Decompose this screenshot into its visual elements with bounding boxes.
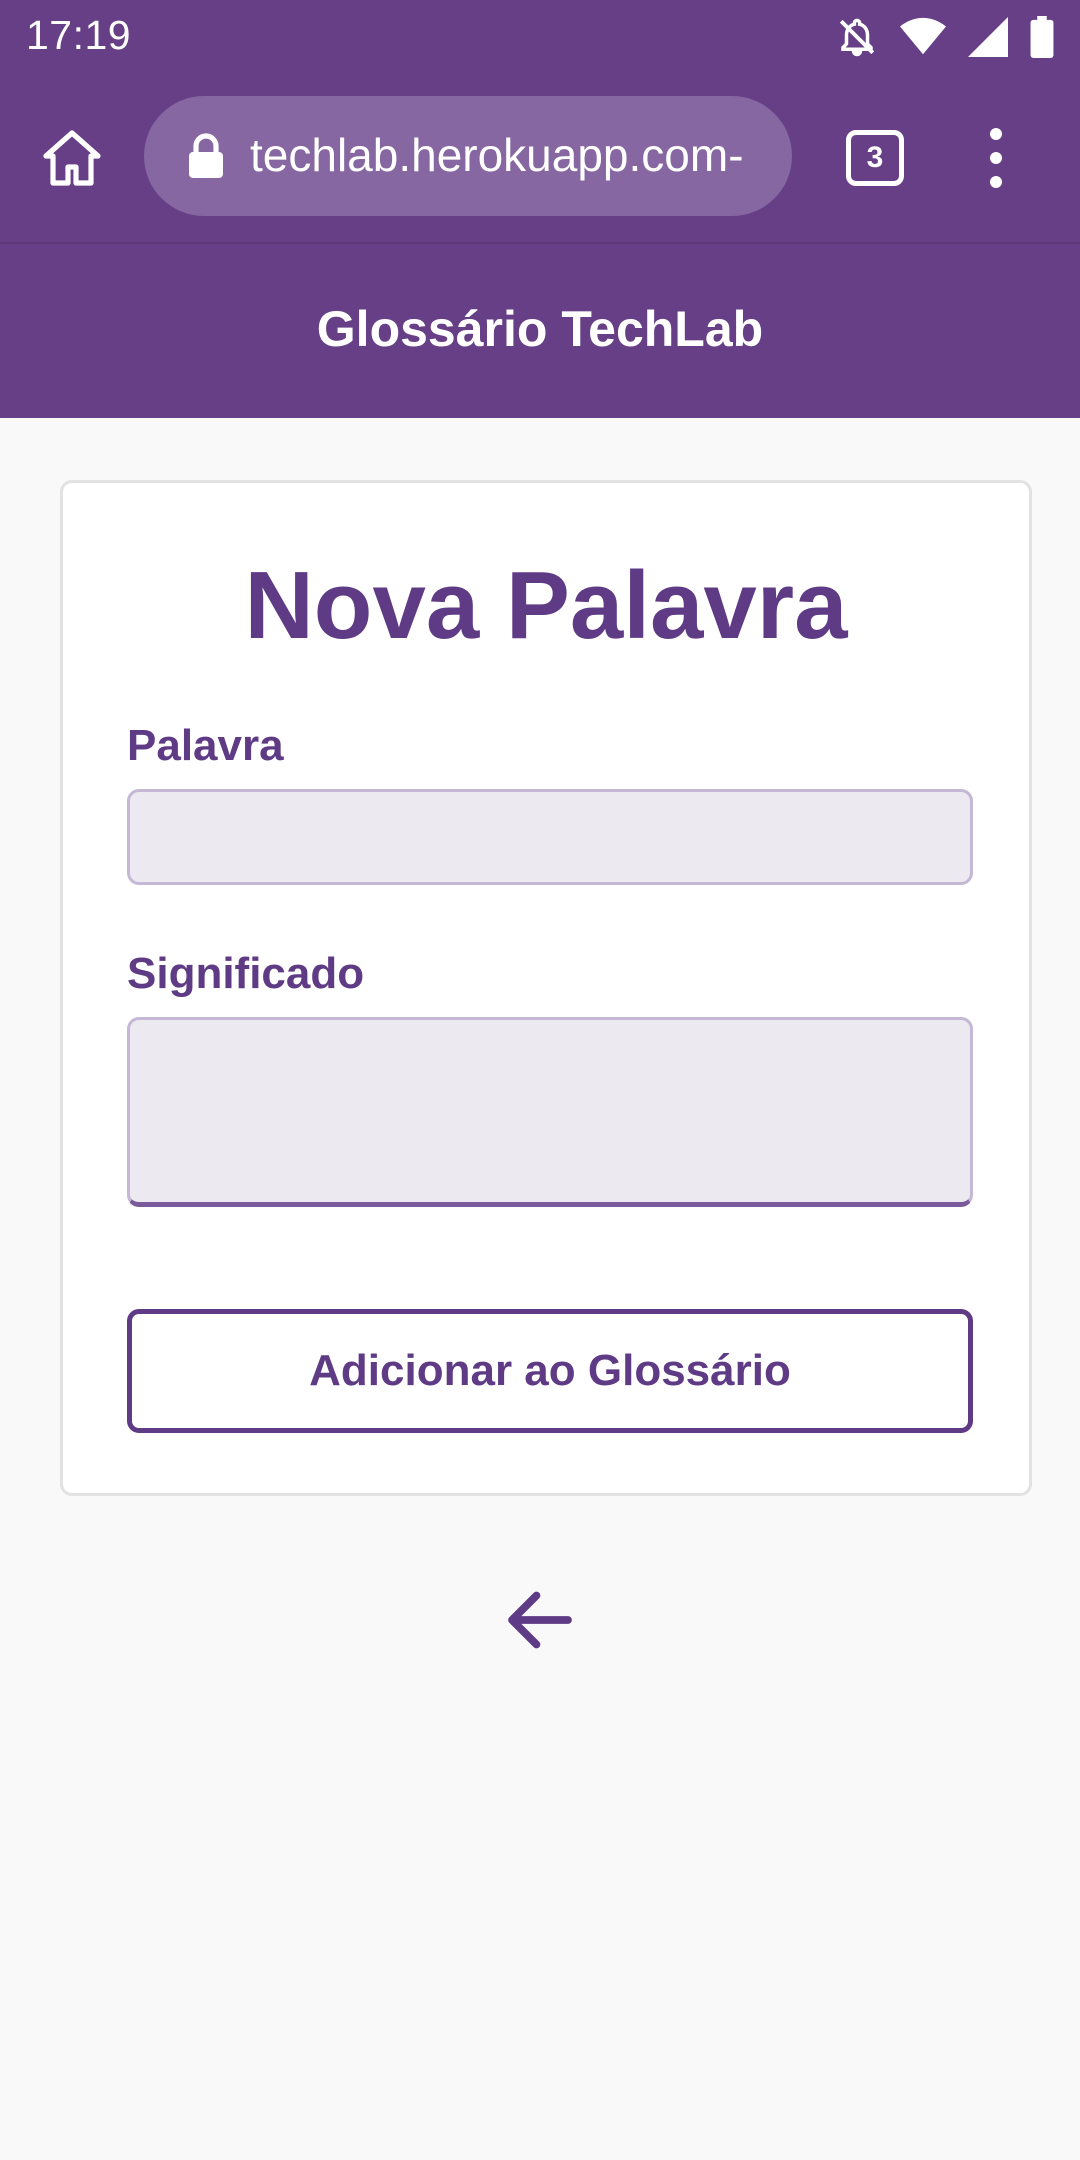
notifications-off-icon <box>839 18 875 57</box>
word-input[interactable] <box>127 789 973 885</box>
home-icon <box>43 130 101 186</box>
lock-icon <box>189 133 223 178</box>
address-bar[interactable]: -techlab.herokuapp.com <box>144 96 792 216</box>
home-button[interactable] <box>38 126 106 190</box>
word-label: Palavra <box>127 721 284 770</box>
battery-icon <box>1030 16 1054 58</box>
status-time: 17:19 <box>26 12 132 58</box>
back-link[interactable] <box>496 1570 584 1670</box>
tabs-icon: 3 <box>846 130 904 186</box>
wifi-icon <box>900 17 946 55</box>
meaning-textarea[interactable] <box>127 1017 973 1207</box>
arrow-left-icon <box>508 1591 572 1649</box>
status-bar: 17:19 <box>0 0 1080 74</box>
page-title: Nova Palavra <box>244 552 848 659</box>
status-icons <box>836 14 1054 60</box>
add-to-glossary-button[interactable]: Adicionar ao Glossário <box>127 1309 973 1433</box>
browser-toolbar: -techlab.herokuapp.com 3 <box>0 74 1080 242</box>
more-vert-icon[interactable] <box>980 128 1012 188</box>
signal-icon <box>968 17 1008 57</box>
app-title: Glossário TechLab <box>316 301 764 357</box>
url-text[interactable]: -techlab.herokuapp.com <box>250 128 772 182</box>
meaning-label: Significado <box>127 949 365 998</box>
app-header: Glossário TechLab <box>0 242 1080 418</box>
tabs-button[interactable]: 3 <box>846 130 904 186</box>
new-word-card: Nova Palavra Palavra Significado Adicion… <box>60 480 1032 1496</box>
